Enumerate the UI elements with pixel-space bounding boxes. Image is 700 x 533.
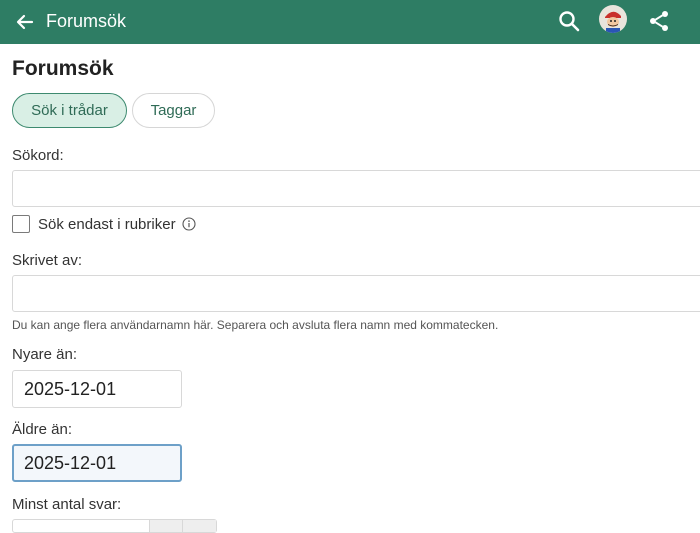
min-replies-stepper[interactable] bbox=[12, 519, 217, 533]
tab-tags[interactable]: Taggar bbox=[132, 93, 215, 128]
share-icon[interactable] bbox=[645, 7, 673, 35]
back-arrow-icon[interactable] bbox=[12, 9, 38, 35]
newer-than-date-input[interactable] bbox=[12, 370, 182, 408]
min-replies-label: Minst antal svar: bbox=[12, 496, 122, 513]
app-bar: Forumsök bbox=[0, 0, 700, 44]
stepper-increment-button[interactable] bbox=[182, 520, 216, 532]
newer-than-label: Nyare än: bbox=[12, 346, 78, 363]
titles-only-label: Sök endast i rubriker bbox=[38, 215, 176, 233]
titles-only-row: Sök endast i rubriker bbox=[12, 214, 196, 234]
tab-search-threads[interactable]: Sök i trådar bbox=[12, 93, 127, 128]
stepper-decrement-button[interactable] bbox=[149, 520, 183, 532]
info-icon[interactable] bbox=[182, 217, 196, 231]
posted-by-label: Skrivet av: bbox=[12, 252, 83, 269]
older-than-label: Äldre än: bbox=[12, 421, 73, 438]
keywords-input[interactable] bbox=[12, 170, 700, 207]
posted-by-input[interactable] bbox=[12, 275, 700, 312]
page-title: Forumsök bbox=[12, 57, 114, 80]
app-bar-title: Forumsök bbox=[46, 11, 127, 31]
keywords-label: Sökord: bbox=[12, 147, 64, 164]
search-icon[interactable] bbox=[555, 7, 583, 35]
titles-only-checkbox[interactable] bbox=[12, 215, 30, 233]
posted-by-hint: Du kan ange flera användarnamn här. Sepa… bbox=[12, 318, 499, 332]
avatar[interactable] bbox=[599, 5, 627, 33]
older-than-date-input[interactable] bbox=[12, 444, 182, 482]
